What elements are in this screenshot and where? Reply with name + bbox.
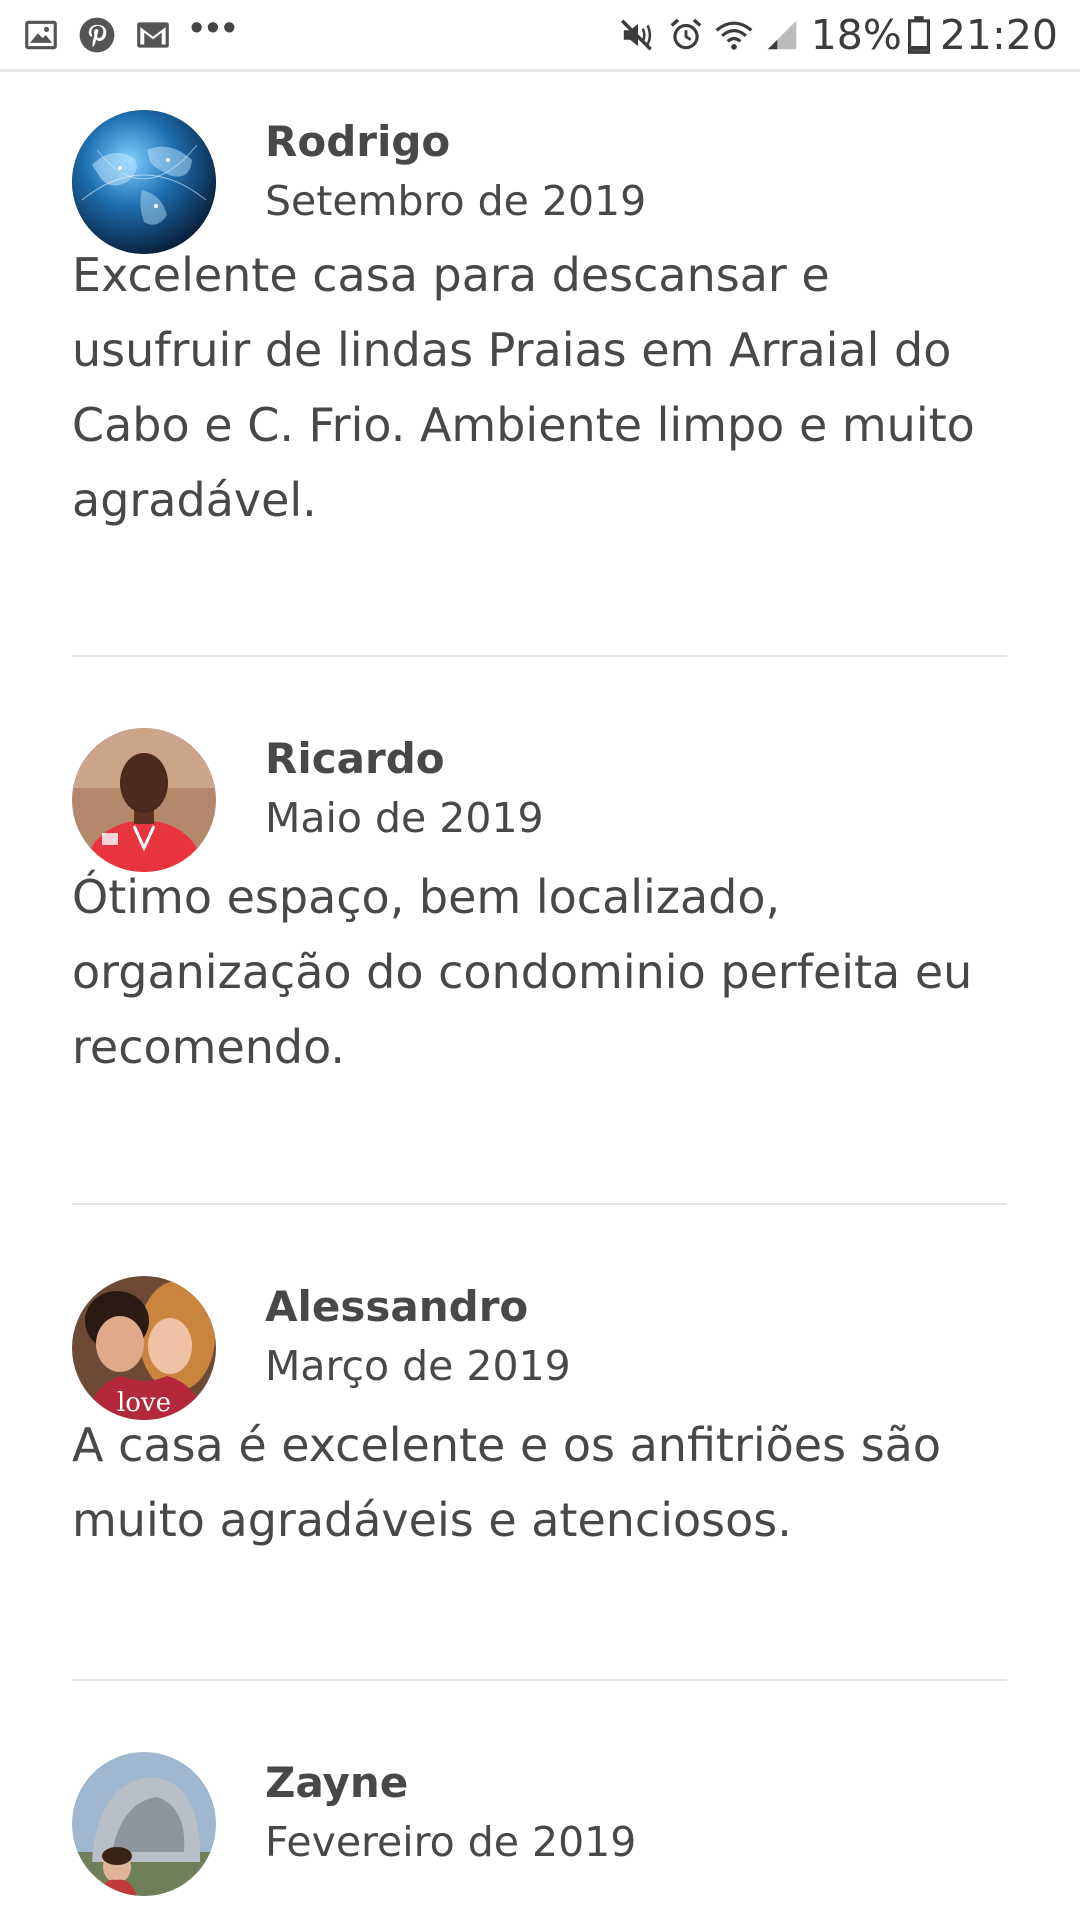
divider: [72, 1203, 1007, 1205]
couple-avatar-image: love: [72, 1276, 216, 1420]
review-text: Ótimo espaço, bem localizado, organizaçã…: [72, 870, 973, 1074]
battery-icon: [907, 15, 930, 54]
reviewer-name: Rodrigo: [265, 117, 451, 166]
sculpture-avatar-image: [72, 1752, 216, 1896]
review-text: A casa é excelente e os anfitriões são m…: [72, 1418, 941, 1547]
alarm-icon: [670, 18, 702, 49]
review-date: Setembro de 2019: [265, 177, 647, 225]
reviewer-name: Alessandro: [265, 1282, 529, 1331]
clock: 21:20: [939, 10, 1058, 59]
avatar[interactable]: [72, 728, 216, 872]
battery-percent: 18%: [810, 10, 902, 59]
more-notifications-icon: •••: [190, 6, 239, 49]
man-red-shirt-avatar-image: [72, 728, 216, 872]
review-date: Fevereiro de 2019: [265, 1818, 637, 1866]
status-bar: ••• 18% 21:20: [0, 0, 1080, 72]
gallery-icon: [25, 20, 57, 49]
review-date: Maio de 2019: [265, 794, 544, 842]
divider: [72, 655, 1007, 657]
avatar[interactable]: [72, 1752, 216, 1896]
mute-icon: [620, 19, 652, 50]
avatar[interactable]: [72, 110, 216, 254]
reviewer-name: Zayne: [265, 1758, 409, 1807]
system-icons: 18% 21:20: [609, 11, 1058, 59]
pinterest-icon: [79, 17, 115, 52]
avatar[interactable]: love: [72, 1276, 216, 1420]
wifi-icon: [715, 21, 753, 50]
notification-icons: •••: [22, 9, 257, 54]
reviewer-name: Ricardo: [265, 734, 445, 783]
review-text: Excelente casa para descansar e usufruir…: [72, 248, 975, 527]
signal-icon: [767, 20, 796, 49]
gmail-icon: [137, 21, 169, 48]
divider: [72, 1679, 1007, 1681]
review-date: Março de 2019: [265, 1342, 571, 1390]
globe-avatar-image: [72, 110, 216, 254]
